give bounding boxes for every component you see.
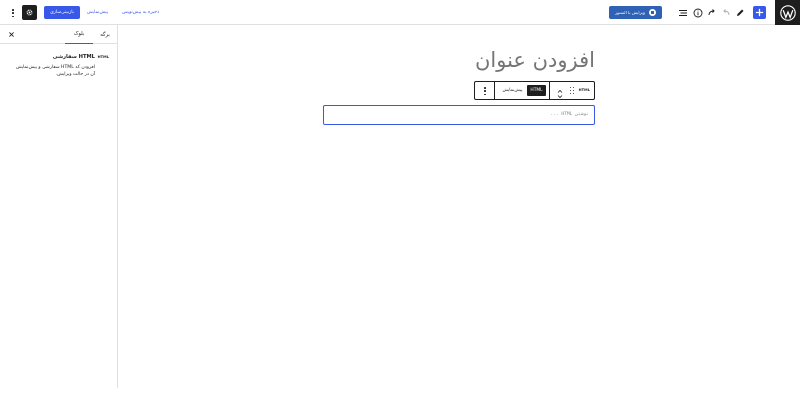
undo-button[interactable] <box>720 6 732 19</box>
gear-icon <box>26 9 33 16</box>
close-icon <box>9 32 14 37</box>
editor-canvas: افزودن عنوان HTML HTML پیش‌نمایش <box>118 25 800 388</box>
sidebar-tabs: برگه بلوک <box>0 25 117 44</box>
redo-button[interactable] <box>706 6 718 19</box>
plus-icon <box>755 8 764 17</box>
details-button[interactable] <box>692 6 704 19</box>
list-view-button[interactable] <box>677 6 689 19</box>
toolbar-divider <box>549 82 550 99</box>
custom-html-block[interactable] <box>323 105 595 125</box>
list-view-icon <box>679 9 687 16</box>
more-vertical-icon[interactable] <box>482 86 488 96</box>
submit-for-review-button[interactable]: بازبینی‌سازی <box>44 6 80 19</box>
tab-preview[interactable]: پیش‌نمایش <box>499 85 526 96</box>
editor-app: ویرایش با المنتور ذخیره به پیش‌نویس پیش‌… <box>0 0 800 393</box>
settings-button[interactable] <box>22 5 37 20</box>
wordpress-logo-icon[interactable] <box>775 0 800 25</box>
more-vertical-icon[interactable] <box>10 7 16 19</box>
tools-button[interactable] <box>734 6 746 19</box>
info-icon <box>693 8 703 17</box>
tab-post[interactable]: برگه <box>93 25 117 44</box>
undo-icon <box>723 8 730 15</box>
edit-with-elementor-button[interactable]: ویرایش با المنتور <box>609 6 662 19</box>
toolbar-divider <box>494 82 495 99</box>
redo-icon <box>708 8 715 15</box>
tab-block[interactable]: بلوک <box>65 25 93 44</box>
settings-sidebar: برگه بلوک HTML HTML سفارشی افزودن کد HTM… <box>0 25 118 388</box>
save-draft-link[interactable]: ذخیره به پیش‌نویس <box>122 10 159 15</box>
elementor-icon <box>649 9 656 16</box>
close-sidebar-button[interactable] <box>7 30 16 39</box>
edit-with-elementor-label: ویرایش با المنتور <box>615 10 645 15</box>
post-title-input[interactable]: افزودن عنوان <box>475 48 595 72</box>
html-block-icon: HTML <box>97 55 109 59</box>
block-toolbar: HTML HTML پیش‌نمایش <box>474 81 595 100</box>
preview-link[interactable]: پیش‌نمایش <box>87 10 108 15</box>
move-up-down-icon[interactable] <box>557 85 563 99</box>
drag-handle-icon[interactable] <box>569 87 574 95</box>
html-code-input[interactable] <box>324 106 594 124</box>
block-card-description: افزودن کد HTML سفارشی و پیش‌نمایش آن در … <box>15 65 95 77</box>
editor-header: ویرایش با المنتور ذخیره به پیش‌نویس پیش‌… <box>0 0 800 25</box>
html-block-icon[interactable]: HTML <box>579 88 590 92</box>
pencil-icon <box>737 9 744 16</box>
block-inserter-button[interactable] <box>753 6 766 19</box>
block-card-title: HTML سفارشی <box>52 54 95 60</box>
tab-html[interactable]: HTML <box>527 85 546 96</box>
